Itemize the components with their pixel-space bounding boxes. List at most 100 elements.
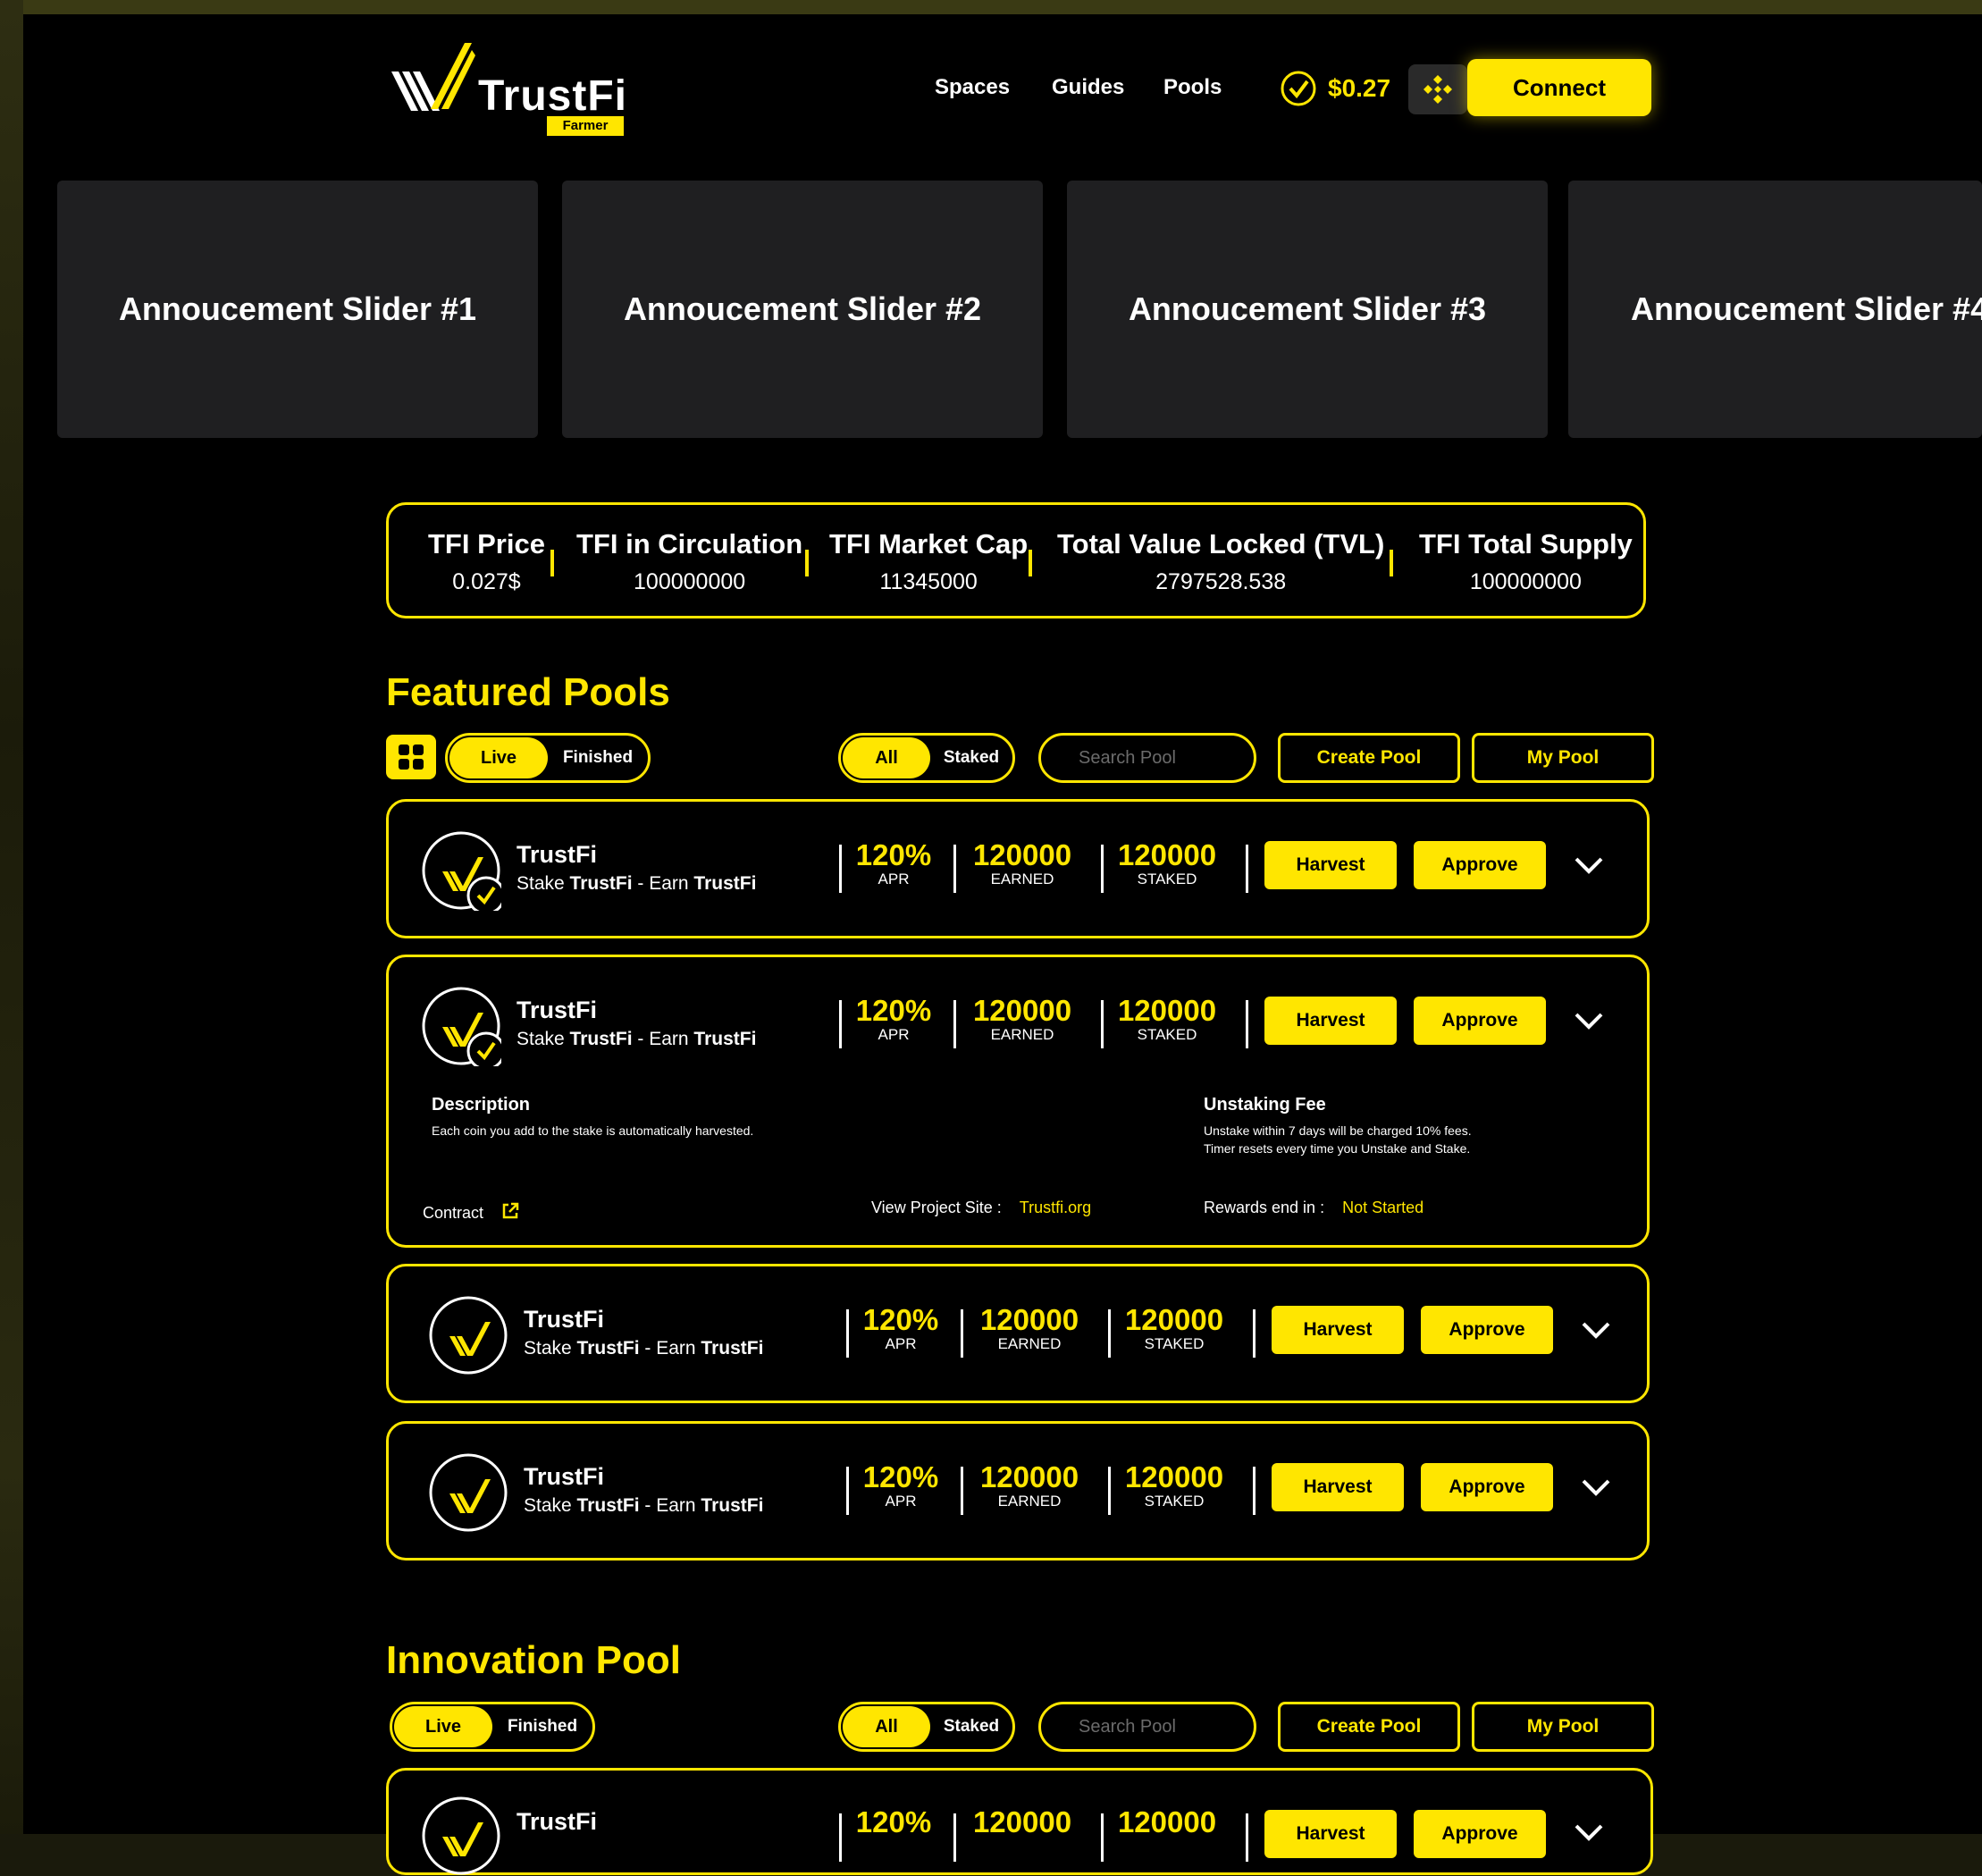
trustfi-logo-icon[interactable] bbox=[372, 29, 479, 118]
project-site-link[interactable]: Trustfi.org bbox=[1020, 1199, 1091, 1216]
announcement-slide-2[interactable]: Annoucement Slider #2 bbox=[562, 181, 1043, 438]
metric-divider bbox=[1108, 1467, 1111, 1515]
stat-value: 0.027$ bbox=[452, 569, 521, 594]
innovation-pool-title: Innovation Pool bbox=[386, 1638, 681, 1682]
approve-button[interactable]: Approve bbox=[1414, 1810, 1546, 1858]
stat-value: 100000000 bbox=[1469, 569, 1582, 594]
harvest-button[interactable]: Harvest bbox=[1272, 1306, 1404, 1354]
pool-name: TrustFi bbox=[524, 1306, 605, 1333]
nav-spaces[interactable]: Spaces bbox=[935, 75, 1010, 100]
metric-divider bbox=[846, 1309, 849, 1358]
approve-button[interactable]: Approve bbox=[1414, 997, 1546, 1045]
live-finished-toggle[interactable]: Live Finished bbox=[390, 1702, 595, 1752]
chevron-down-icon[interactable] bbox=[1573, 1822, 1605, 1844]
harvest-button[interactable]: Harvest bbox=[1272, 1463, 1404, 1511]
search-pool-input[interactable] bbox=[1038, 733, 1256, 783]
approve-button[interactable]: Approve bbox=[1421, 1306, 1553, 1354]
unstaking-fee-line-2: Timer resets every time you Unstake and … bbox=[1204, 1141, 1471, 1156]
metric-divider bbox=[953, 845, 956, 893]
pool-name: TrustFi bbox=[516, 1808, 598, 1835]
contract-link[interactable]: Contract bbox=[423, 1199, 519, 1223]
toggle-finished[interactable]: Finished bbox=[550, 737, 646, 778]
stat-divider bbox=[1390, 550, 1393, 576]
chevron-down-icon[interactable] bbox=[1580, 1477, 1612, 1499]
rewards-status: Not Started bbox=[1342, 1199, 1424, 1216]
harvest-button[interactable]: Harvest bbox=[1264, 841, 1397, 889]
filter-all[interactable]: All bbox=[843, 737, 930, 778]
approve-button[interactable]: Approve bbox=[1414, 841, 1546, 889]
description-text: Each coin you add to the stake is automa… bbox=[432, 1123, 754, 1138]
filter-staked[interactable]: Staked bbox=[930, 1706, 1012, 1747]
metric-divider bbox=[846, 1467, 849, 1515]
harvest-button[interactable]: Harvest bbox=[1264, 1810, 1397, 1858]
toggle-finished[interactable]: Finished bbox=[494, 1706, 591, 1747]
stat-market-cap: TFI Market Cap 11345000 bbox=[829, 528, 1028, 595]
tfi-token-icon bbox=[1281, 71, 1316, 106]
pool-card-expanded: TrustFi Stake TrustFi - Earn TrustFi 120… bbox=[386, 955, 1650, 1248]
search-pool-input[interactable] bbox=[1038, 1702, 1256, 1752]
pool-subtitle: Stake TrustFi - Earn TrustFi bbox=[524, 1338, 764, 1359]
staked-metric: 120000 STAKED bbox=[1124, 1303, 1224, 1353]
filter-staked[interactable]: Staked bbox=[930, 737, 1012, 778]
stat-value: 11345000 bbox=[879, 569, 978, 594]
chevron-down-icon[interactable] bbox=[1580, 1320, 1612, 1342]
announcement-slide-4[interactable]: Annoucement Slider #4 bbox=[1568, 181, 1982, 438]
earned-metric: 120000 EARNED bbox=[972, 994, 1072, 1044]
announcement-slide-3[interactable]: Annoucement Slider #3 bbox=[1067, 181, 1548, 438]
metric-divider bbox=[1246, 1813, 1248, 1862]
nav-guides[interactable]: Guides bbox=[1052, 75, 1124, 100]
metric-divider bbox=[1101, 1813, 1104, 1862]
metric-divider bbox=[839, 1000, 842, 1048]
live-finished-toggle[interactable]: Live Finished bbox=[445, 733, 651, 783]
metric-divider bbox=[1253, 1467, 1256, 1515]
announcement-slide-1[interactable]: Annoucement Slider #1 bbox=[57, 181, 538, 438]
stat-label: TFI Total Supply bbox=[1419, 528, 1633, 559]
nav-pools[interactable]: Pools bbox=[1163, 75, 1222, 100]
my-pool-button[interactable]: My Pool bbox=[1472, 733, 1654, 783]
create-pool-button[interactable]: Create Pool bbox=[1278, 1702, 1460, 1752]
staked-metric: 120000 STAKED bbox=[1117, 838, 1217, 888]
apr-metric: 120% APR bbox=[862, 1303, 939, 1353]
metric-divider bbox=[1101, 845, 1104, 893]
chevron-down-icon[interactable] bbox=[1573, 855, 1605, 877]
grid-view-button[interactable] bbox=[386, 735, 436, 779]
trustfi-coin-icon bbox=[429, 1453, 508, 1532]
unstaking-fee-title: Unstaking Fee bbox=[1204, 1095, 1326, 1115]
apr-metric: 120% APR bbox=[862, 1460, 939, 1510]
stat-label: Total Value Locked (TVL) bbox=[1057, 528, 1385, 559]
left-glow-edge bbox=[0, 0, 23, 1834]
project-site: View Project Site : Trustfi.org bbox=[871, 1199, 1092, 1216]
metric-divider bbox=[961, 1467, 963, 1515]
approve-button[interactable]: Approve bbox=[1421, 1463, 1553, 1511]
connect-wallet-button[interactable]: Connect bbox=[1467, 59, 1651, 116]
pool-name: TrustFi bbox=[516, 997, 598, 1023]
stat-price: TFI Price 0.027$ bbox=[428, 528, 545, 595]
trustfi-coin-icon bbox=[422, 1796, 500, 1875]
create-pool-button[interactable]: Create Pool bbox=[1278, 733, 1460, 783]
grid-icon bbox=[399, 745, 424, 770]
pool-card: TrustFi 120% 120000 120000 Harvest Appro… bbox=[386, 1768, 1653, 1875]
stat-divider bbox=[550, 550, 554, 576]
my-pool-button[interactable]: My Pool bbox=[1472, 1702, 1654, 1752]
featured-pools-title: Featured Pools bbox=[386, 670, 670, 714]
external-link-icon[interactable] bbox=[500, 1201, 520, 1221]
stat-value: 2797528.538 bbox=[1155, 569, 1287, 594]
stat-label: TFI in Circulation bbox=[576, 528, 803, 559]
unstaking-fee-line-1: Unstake within 7 days will be charged 10… bbox=[1204, 1123, 1472, 1138]
trustfi-coin-icon bbox=[422, 987, 501, 1066]
network-button[interactable] bbox=[1408, 64, 1467, 114]
all-staked-toggle[interactable]: All Staked bbox=[838, 1702, 1015, 1752]
stat-value: 100000000 bbox=[634, 569, 746, 594]
all-staked-toggle[interactable]: All Staked bbox=[838, 733, 1015, 783]
harvest-button[interactable]: Harvest bbox=[1264, 997, 1397, 1045]
pool-name: TrustFi bbox=[524, 1463, 605, 1490]
toggle-live[interactable]: Live bbox=[394, 1706, 492, 1747]
earned-metric: 120000 EARNED bbox=[972, 838, 1072, 888]
toggle-live[interactable]: Live bbox=[449, 737, 548, 778]
metric-divider bbox=[1108, 1309, 1111, 1358]
chevron-down-icon[interactable] bbox=[1573, 1011, 1605, 1032]
filter-all[interactable]: All bbox=[843, 1706, 930, 1747]
apr-metric: 120% APR bbox=[855, 838, 932, 888]
stat-divider bbox=[1029, 550, 1032, 576]
metric-divider bbox=[1253, 1309, 1256, 1358]
